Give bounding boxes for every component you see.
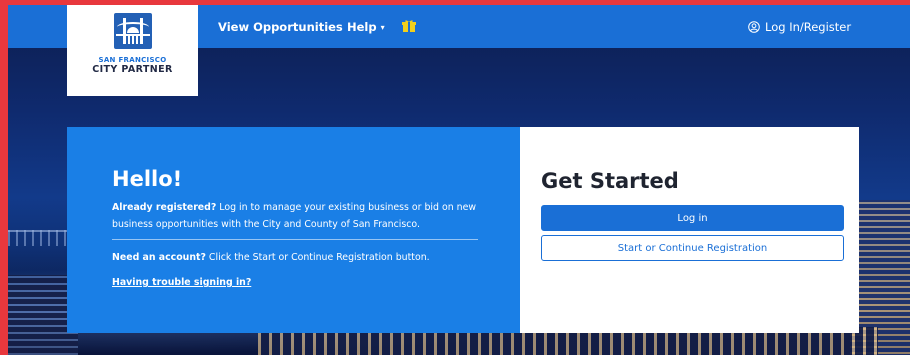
city-partner-logo[interactable]: SAN FRANCISCO CITY PARTNER <box>67 5 198 96</box>
trouble-signing-in-link[interactable]: Having trouble signing in? <box>112 277 251 288</box>
login-button[interactable]: Log in <box>541 205 844 231</box>
page-frame: View Opportunities Help ▾ Log In/Register <box>8 5 910 355</box>
start-registration-button[interactable]: Start or Continue Registration <box>541 235 844 261</box>
divider <box>112 239 478 240</box>
hello-panel: Hello! Already registered? Log in to man… <box>67 127 520 333</box>
get-started-panel: Get Started Log in Start or Continue Reg… <box>520 127 859 333</box>
registered-bold: Already registered? <box>112 202 217 213</box>
logo-text-city-partner: CITY PARTNER <box>92 64 173 75</box>
account-text: Click the Start or Continue Registration… <box>205 252 430 263</box>
nav-view-opportunities[interactable]: View Opportunities <box>218 20 343 34</box>
logo-text-san-francisco: SAN FRANCISCO <box>98 56 167 64</box>
login-register-link[interactable]: Log In/Register <box>748 20 851 34</box>
gift-icon[interactable] <box>402 19 416 33</box>
nav-help-label: Help <box>347 20 377 34</box>
account-bold: Need an account? <box>112 252 206 263</box>
login-register-label: Log In/Register <box>765 20 852 34</box>
registered-paragraph: Already registered? Log in to manage you… <box>112 199 482 233</box>
user-icon <box>748 21 760 33</box>
chevron-down-icon: ▾ <box>380 23 385 32</box>
nav-help-menu[interactable]: Help ▾ <box>347 20 385 34</box>
hello-heading: Hello! <box>112 167 183 191</box>
get-started-heading: Get Started <box>541 169 679 193</box>
city-hall-bridge-icon <box>113 13 152 49</box>
account-paragraph: Need an account? Click the Start or Cont… <box>112 249 482 266</box>
